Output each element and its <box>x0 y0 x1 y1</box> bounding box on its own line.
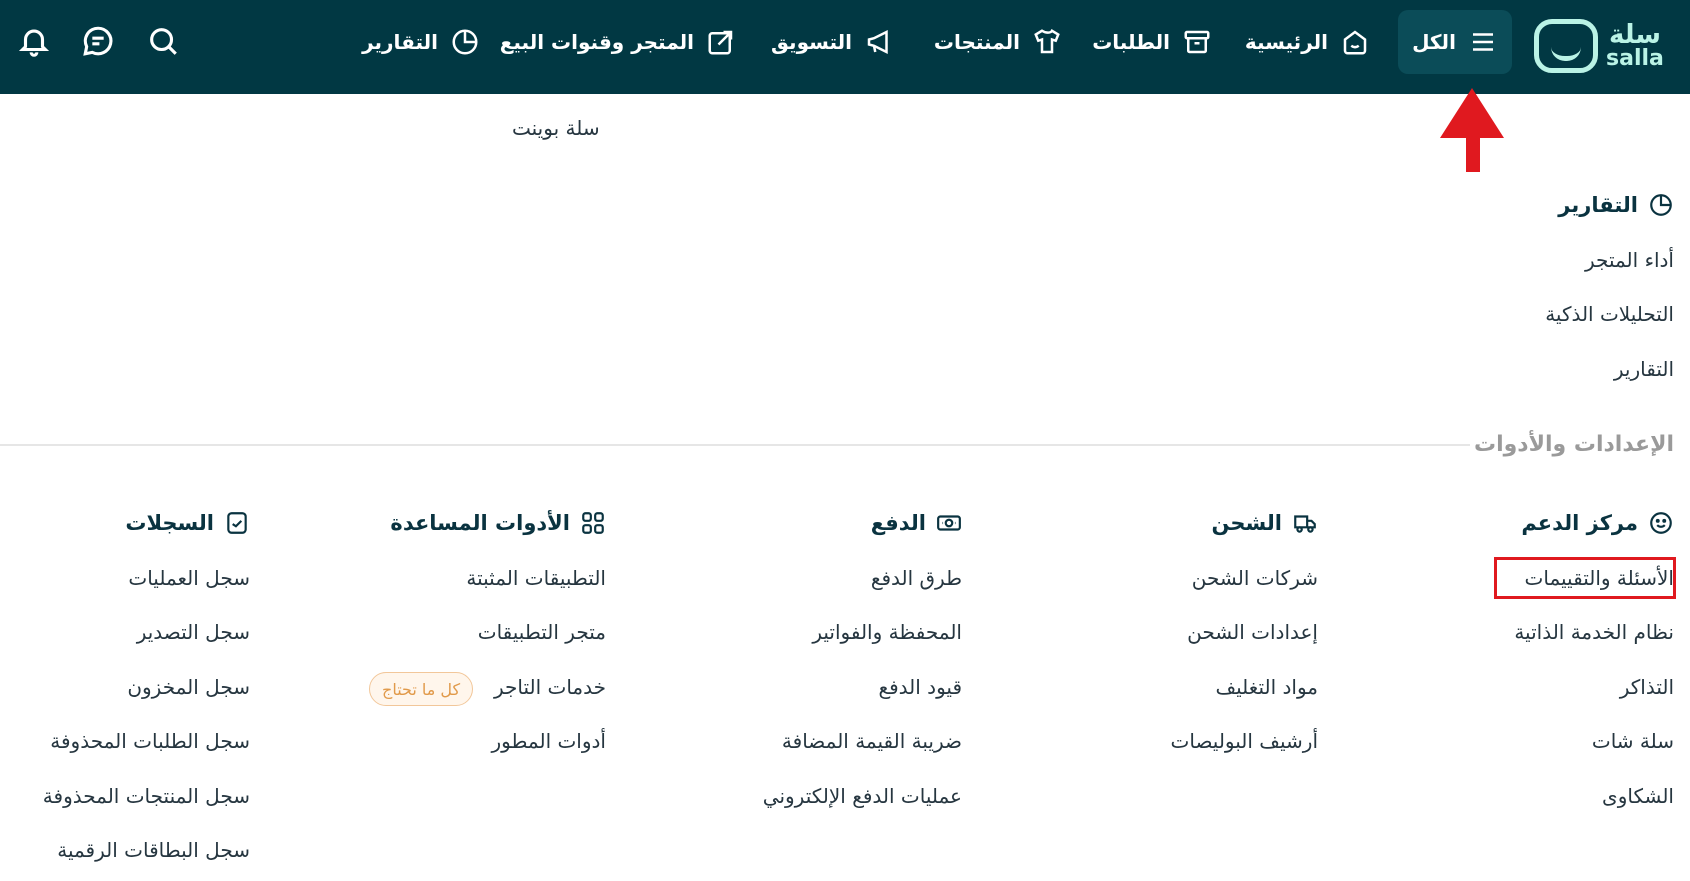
nav-marketing-label: التسويق <box>771 30 852 54</box>
grid-icon <box>582 512 604 534</box>
tools-title: الأدوات المساعدة <box>390 511 570 535</box>
menu-link-salla-chat[interactable]: سلة شات <box>1592 729 1674 753</box>
menu-link-deleted-orders-log[interactable]: سجل الطلبات المحذوفة <box>50 729 250 753</box>
hamburger-icon <box>1472 33 1493 51</box>
menu-link-salla-point[interactable]: سلة بوينت <box>512 116 600 140</box>
menu-link-reports[interactable]: التقارير <box>1614 357 1674 381</box>
cash-icon <box>937 515 961 531</box>
nav-store-channels[interactable]: المتجر وقنوات البيع <box>500 10 736 74</box>
nav-products-label: المنتجات <box>933 30 1020 54</box>
nav-marketing[interactable]: التسويق <box>771 10 894 74</box>
chat-button[interactable] <box>81 24 115 58</box>
nav-orders[interactable]: الطلبات <box>1092 10 1212 74</box>
tshirt-icon <box>1034 28 1060 54</box>
menu-link-e-payment-operations[interactable]: عمليات الدفع الإلكتروني <box>763 784 962 808</box>
nav-all-button[interactable]: الكل <box>1398 10 1512 74</box>
reports-group-heading: التقارير <box>1558 192 1674 218</box>
menu-link-operations-log[interactable]: سجل العمليات <box>128 566 250 590</box>
menu-link-tickets[interactable]: التذاكر <box>1620 675 1674 699</box>
box-icon <box>1184 30 1210 54</box>
chat-icon <box>83 26 113 56</box>
payment-heading: الدفع <box>871 510 962 536</box>
menu-link-wallet-invoices[interactable]: المحفظة والفواتير <box>812 620 962 644</box>
bell-icon <box>18 29 50 57</box>
search-icon <box>150 28 177 55</box>
menu-link-packaging[interactable]: مواد التغليف <box>1215 675 1318 699</box>
highlight-box-annotation <box>1494 557 1676 599</box>
menu-link-waybill-archive[interactable]: أرشيف البوليصات <box>1171 729 1318 753</box>
nav-home-label: الرئيسية <box>1244 30 1328 54</box>
menu-link-deleted-products-log[interactable]: سجل المنتجات المحذوفة <box>43 784 250 808</box>
menu-link-payment-methods[interactable]: طرق الدفع <box>871 566 962 590</box>
home-icon <box>1343 30 1367 55</box>
nav-orders-label: الطلبات <box>1092 30 1170 54</box>
nav-store-channels-label: المتجر وقنوات البيع <box>499 30 694 54</box>
smiley-icon <box>1650 512 1672 534</box>
pie-chart-icon <box>452 29 478 55</box>
reports-group-title: التقارير <box>1558 193 1638 217</box>
nav-all-label: الكل <box>1412 30 1456 54</box>
section-divider <box>0 444 1470 446</box>
menu-link-app-store[interactable]: متجر التطبيقات <box>478 620 606 644</box>
menu-link-complaints[interactable]: الشكاوى <box>1602 784 1674 808</box>
search-button[interactable] <box>146 24 180 58</box>
nav-products[interactable]: المنتجات <box>934 10 1062 74</box>
menu-link-payment-restrictions[interactable]: قيود الدفع <box>878 675 962 699</box>
menu-link-inventory-log[interactable]: سجل المخزون <box>127 675 250 699</box>
logo-arabic: سلة <box>1608 20 1661 50</box>
top-navigation-bar: سلة salla الكل الرئيسية الطلبات المنتجات… <box>0 0 1690 94</box>
settings-section-title: الإعدادات والأدوات <box>1473 432 1674 457</box>
menu-link-shipping-companies[interactable]: شركات الشحن <box>1192 566 1318 590</box>
logo-mark-icon <box>1534 19 1598 73</box>
nav-reports-label: التقارير <box>362 30 438 54</box>
menu-link-digital-cards-log[interactable]: سجل البطاقات الرقمية <box>57 838 250 862</box>
menu-link-store-performance[interactable]: أداء المتجر <box>1585 248 1674 272</box>
pie-chart-icon <box>1650 194 1672 216</box>
logs-heading: السجلات <box>125 510 250 536</box>
shipping-heading: الشحن <box>1212 510 1319 536</box>
logo-english: salla <box>1606 46 1664 71</box>
support-heading: مركز الدعم <box>1521 510 1674 536</box>
menu-link-installed-apps[interactable]: التطبيقات المثبتة <box>466 566 606 590</box>
menu-link-merchant-services[interactable]: خدمات التاجر <box>494 675 606 699</box>
menu-link-developer-tools[interactable]: أدوات المطور <box>492 729 606 753</box>
menu-link-self-service[interactable]: نظام الخدمة الذاتية <box>1514 620 1674 644</box>
salla-logo[interactable]: سلة salla <box>1534 14 1674 78</box>
support-title: مركز الدعم <box>1521 511 1638 535</box>
menu-link-export-log[interactable]: سجل التصدير <box>137 620 250 644</box>
truck-icon <box>1294 515 1316 533</box>
shipping-title: الشحن <box>1211 511 1283 535</box>
clipboard-icon <box>227 512 247 534</box>
megaphone-icon <box>867 29 888 55</box>
logs-title: السجلات <box>125 511 214 535</box>
share-icon <box>708 30 733 55</box>
nav-home[interactable]: الرئيسية <box>1245 10 1370 74</box>
red-arrow-annotation-icon <box>1440 88 1504 172</box>
tools-heading: الأدوات المساعدة <box>390 510 606 536</box>
menu-link-vat[interactable]: ضريبة القيمة المضافة <box>782 729 962 753</box>
menu-link-shipping-settings[interactable]: إعدادات الشحن <box>1187 620 1318 644</box>
notifications-button[interactable] <box>17 24 51 58</box>
payment-title: الدفع <box>870 511 926 535</box>
nav-reports[interactable]: التقارير <box>362 10 480 74</box>
menu-link-smart-analytics[interactable]: التحليلات الذكية <box>1545 302 1674 326</box>
merchant-services-badge: كل ما تحتاج <box>369 672 474 706</box>
